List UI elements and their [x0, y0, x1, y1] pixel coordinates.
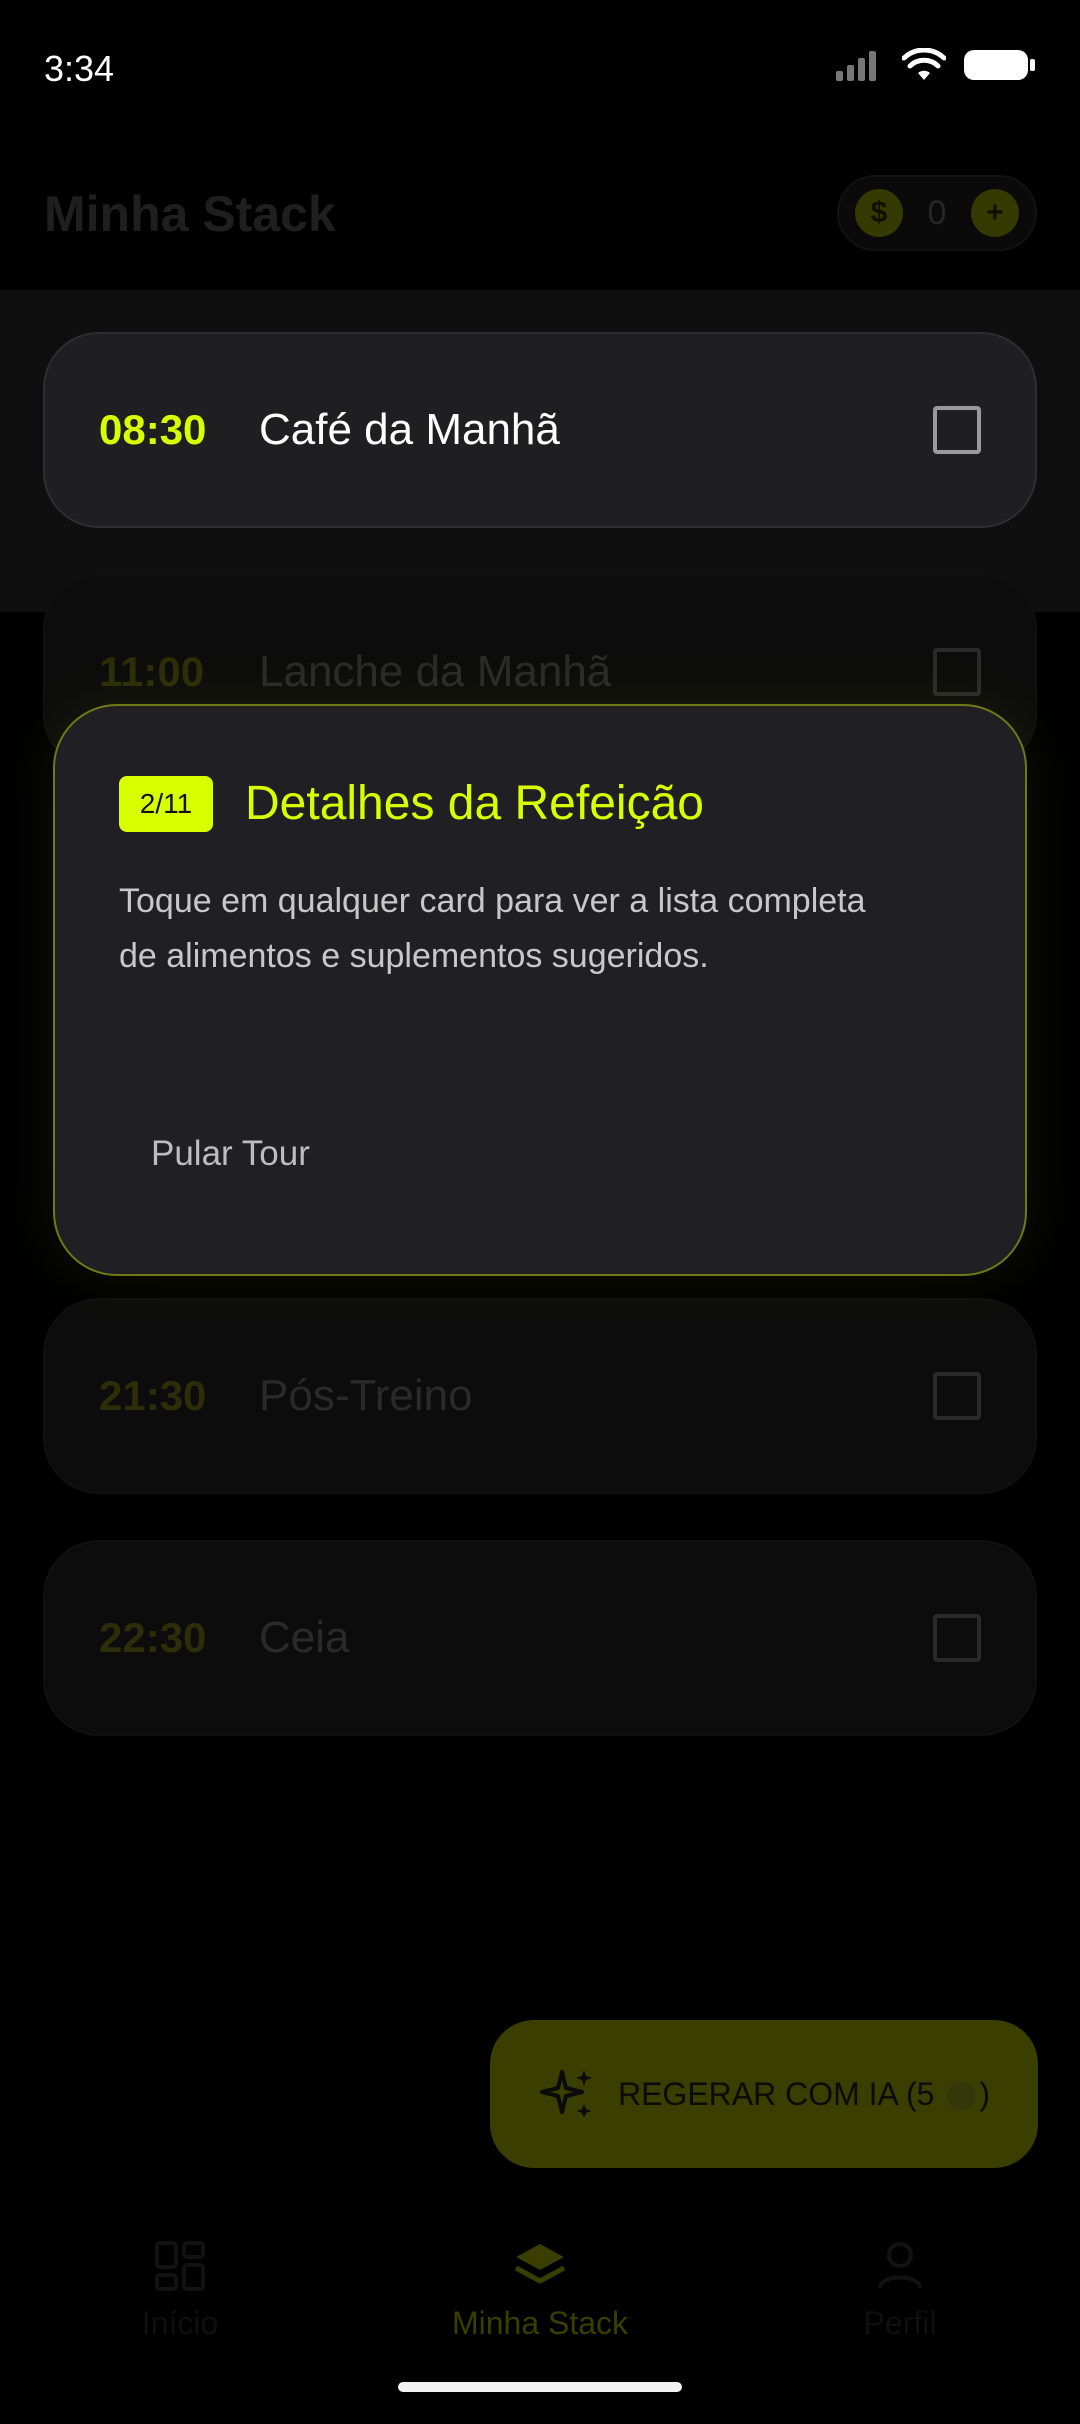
meal-time: 22:30: [99, 1614, 207, 1661]
meal-card[interactable]: 21:30 Pós-Treino: [43, 1298, 1037, 1494]
meal-checkbox[interactable]: [933, 1372, 981, 1420]
sparkles-icon: [539, 2070, 592, 2118]
signal-icon: [836, 51, 876, 81]
user-icon: [878, 2242, 922, 2289]
dollar-icon: $: [855, 189, 903, 237]
meal-label: Lanche da Manhã: [259, 647, 612, 696]
skip-tour-button[interactable]: Pular Tour: [151, 1134, 310, 1174]
page-title: Minha Stack: [44, 186, 336, 242]
add-coins-button[interactable]: +: [970, 189, 1019, 237]
coin-icon: [947, 2082, 976, 2111]
home-indicator: [398, 2382, 682, 2392]
meal-label: Café da Manhã: [259, 405, 560, 454]
nav-home[interactable]: Início: [30, 2240, 330, 2342]
meal-card[interactable]: 08:30 Café da Manhã: [43, 332, 1037, 528]
battery-icon: [964, 50, 1035, 80]
meal-label: Ceia: [259, 1613, 350, 1662]
status-time: 3:34: [44, 48, 115, 89]
regenerate-ai-button[interactable]: REGERAR COM IA (5 ): [490, 2020, 1038, 2168]
meal-checkbox[interactable]: [933, 1614, 981, 1662]
meal-time: 08:30: [99, 406, 207, 453]
meal-label: Pós-Treino: [259, 1371, 473, 1420]
layers-icon: [514, 2244, 566, 2284]
tour-title: Detalhes da Refeição: [245, 777, 704, 830]
tour-tooltip: 2/11 Detalhes da Refeição Toque em qualq…: [53, 704, 1027, 1276]
meal-time: 21:30: [99, 1372, 207, 1419]
nav-stack-label: Minha Stack: [451, 2305, 629, 2341]
tour-description: Toque em qualquer card para ver a lista …: [119, 882, 866, 975]
wifi-icon: [902, 48, 946, 80]
nav-home-label: Início: [141, 2305, 219, 2341]
coin-balance-pill[interactable]: $ 0 +: [837, 175, 1037, 251]
nav-profile-label: Perfil: [863, 2305, 937, 2341]
meal-card[interactable]: 22:30 Ceia: [43, 1540, 1037, 1736]
meal-time: 11:00: [99, 648, 205, 695]
nav-profile[interactable]: Perfil: [750, 2240, 1050, 2342]
meal-checkbox[interactable]: [933, 648, 981, 696]
nav-stack[interactable]: Minha Stack: [390, 2240, 690, 2342]
dashboard-icon: [155, 2241, 205, 2291]
tour-step-badge: 2/11: [119, 776, 213, 832]
regenerate-label: REGERAR COM IA (5 ): [617, 2075, 991, 2112]
coin-count: 0: [927, 193, 947, 232]
meal-checkbox[interactable]: [933, 406, 981, 454]
status-icons: [836, 48, 1036, 82]
